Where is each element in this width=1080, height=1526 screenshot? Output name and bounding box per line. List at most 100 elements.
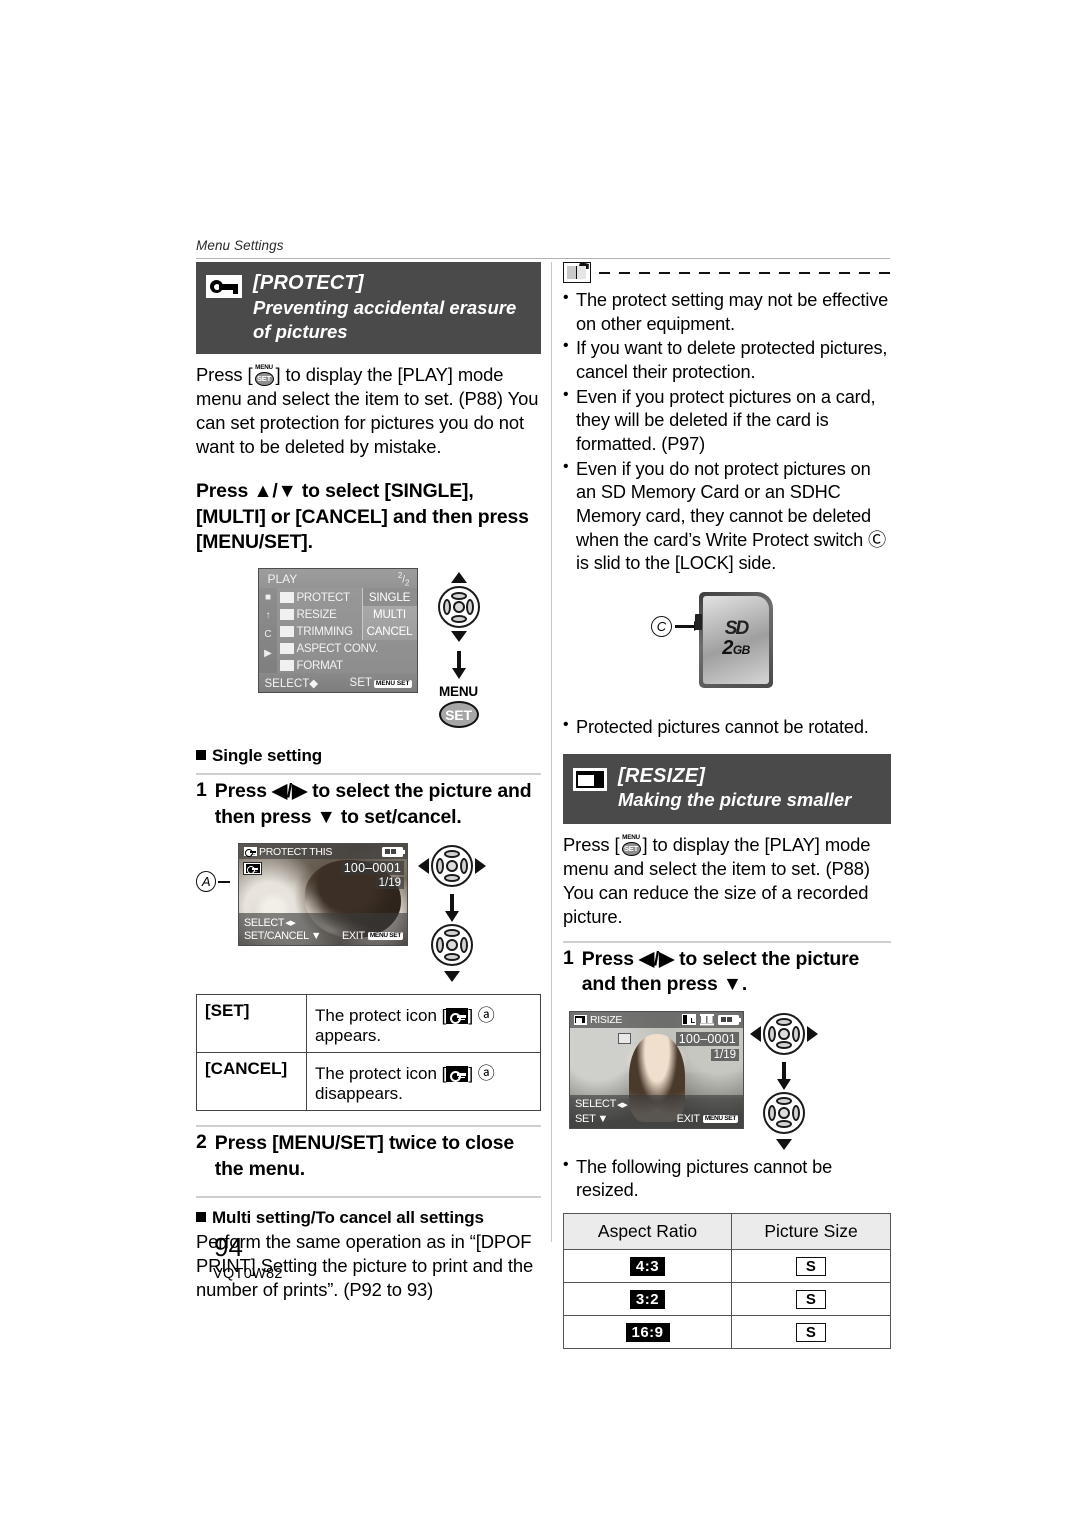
setup-tab-icon[interactable]: ↑ bbox=[262, 610, 275, 621]
set-button[interactable]: SET bbox=[438, 701, 479, 729]
protect-key-icon bbox=[244, 847, 257, 857]
resize-thumb-icon bbox=[618, 1032, 631, 1044]
flow-arrow-down-icon-2 bbox=[450, 894, 454, 913]
cursor-control-group-2 bbox=[418, 843, 486, 983]
resize-screen-footer: SELECT ◂▸ SET ▼ EXIT MENU SET bbox=[570, 1094, 743, 1128]
value-multi[interactable]: MULTI bbox=[363, 606, 417, 623]
size-cell: S bbox=[731, 1281, 891, 1316]
cursor-hub[interactable] bbox=[452, 601, 465, 614]
square-bullet-icon bbox=[196, 750, 206, 761]
down-arrow-small-icon-2: ▼ bbox=[597, 1112, 609, 1125]
resize-section-banner: [RESIZE] Making the picture smaller bbox=[563, 753, 891, 825]
play-menu-tab-rail[interactable]: ■ ↑ C ▶ bbox=[258, 588, 277, 674]
aspect-cell: 3:2 bbox=[562, 1281, 733, 1316]
resize-step-1: 1 Press ◀/▶ to select the picture and th… bbox=[563, 947, 891, 998]
aspect-ratio-chip: 3:2 bbox=[629, 1289, 666, 1309]
cursor-pad-up[interactable] bbox=[450, 591, 467, 600]
resize-footer-exit-row: EXIT MENU SET bbox=[676, 1112, 738, 1125]
cursor-button-leftright[interactable] bbox=[431, 845, 473, 888]
menu-item-format[interactable]: FORMAT bbox=[277, 657, 417, 674]
aspect-ratio-table: Aspect Ratio Picture Size 4:3 S 3:2 S 16… bbox=[562, 1212, 891, 1349]
cursor-pad-left[interactable] bbox=[442, 599, 451, 616]
step-1: 1 Press ◀/▶ to select the picture and th… bbox=[196, 779, 541, 830]
cursor-pad-down[interactable] bbox=[450, 615, 467, 624]
down-arrow-icon-2 bbox=[444, 971, 460, 983]
note-book-pen-icon bbox=[563, 262, 591, 283]
resize-screen-title: RISIZE bbox=[590, 1013, 623, 1026]
square-bullet-icon-2 bbox=[196, 1212, 206, 1223]
cannot-resize-note-list: The following pictures cannot be resized… bbox=[563, 1155, 891, 1203]
resize-step-1-text: Press ◀/▶ to select the picture and then… bbox=[581, 947, 860, 996]
col-header-aspect-ratio: Aspect Ratio bbox=[562, 1212, 733, 1250]
protect-subtitle-line1: Preventing accidental erasure bbox=[253, 296, 517, 318]
play-tab-icon[interactable]: ▶ bbox=[262, 648, 275, 659]
protect-picture-figure: A PROTECT THIS 100–0001 1/19 SELECT ◂▸ SE… bbox=[196, 843, 541, 983]
value-cancel[interactable]: CANCEL bbox=[363, 623, 417, 640]
down-arrow-icon bbox=[450, 631, 467, 643]
list-item: Even if you do not protect pictures on a… bbox=[563, 457, 891, 576]
play-menu-footer-select: SELECT◆ bbox=[264, 677, 319, 690]
picture-size-chip: S bbox=[795, 1322, 827, 1342]
column-divider bbox=[551, 262, 552, 1242]
cursor-button-leftright-2[interactable] bbox=[763, 1012, 805, 1055]
key-icon bbox=[206, 275, 242, 298]
multi-setting-rule bbox=[196, 1196, 541, 1199]
protect-item-icon bbox=[279, 591, 294, 603]
sd-memory-card: SD 2GB bbox=[695, 591, 773, 688]
list-item: Protected pictures cannot be rotated. bbox=[563, 715, 891, 740]
menu-set-inline-icon-2: MENU SET bbox=[620, 834, 643, 856]
cancel-row-key: [CANCEL] bbox=[196, 1052, 307, 1112]
cursor-pad-right[interactable] bbox=[466, 599, 475, 616]
footer-exit-row: EXIT MENU SET bbox=[342, 930, 403, 943]
cursor-button-down-2[interactable] bbox=[763, 1091, 805, 1134]
size-cell: S bbox=[731, 1314, 891, 1349]
sd-callout: C bbox=[651, 615, 695, 637]
set-cancel-table: [SET] The protect icon [] ⓐ appears. [CA… bbox=[196, 994, 541, 1112]
trimming-item-icon bbox=[279, 625, 294, 637]
cursor-button-down[interactable] bbox=[431, 924, 473, 967]
flow-arrow-down-icon-3 bbox=[782, 1061, 786, 1080]
aspect-cell: 16:9 bbox=[562, 1314, 733, 1349]
menu-set-button-graphic[interactable]: MENU SET bbox=[438, 684, 479, 729]
footer-setcancel-row: SET/CANCEL ▼ bbox=[244, 930, 322, 943]
manual-page: Menu Settings [PROTECT] Preventing accid… bbox=[0, 0, 1080, 1526]
table-row: 4:3 S bbox=[562, 1248, 891, 1283]
running-head-rule bbox=[196, 258, 890, 259]
single-setting-rule bbox=[196, 773, 541, 776]
protect-status-icon bbox=[243, 862, 262, 876]
menu-set-inline-icon: MENU SET bbox=[253, 365, 276, 386]
list-item: Even if you protect pictures on a card, … bbox=[563, 385, 891, 457]
format-item-icon bbox=[279, 660, 294, 672]
table-row: [SET] The protect icon [] ⓐ appears. bbox=[196, 994, 541, 1054]
resize-intro-paragraph: Press [MENU SET] to display the [PLAY] mo… bbox=[563, 833, 891, 929]
right-arrow-icon bbox=[475, 858, 486, 875]
protect-intro-prefix: Press [ bbox=[196, 364, 253, 386]
dashed-rule bbox=[599, 271, 891, 274]
callout-letter-a: A bbox=[196, 871, 217, 893]
resize-footer-set-row: SET ▼ bbox=[575, 1112, 609, 1125]
resize-file-number: 100–0001 bbox=[675, 1031, 739, 1046]
cursor-button-updown[interactable] bbox=[437, 586, 480, 629]
scene-tab-icon[interactable]: C bbox=[262, 629, 275, 640]
aspect-conv-item-icon bbox=[279, 643, 294, 655]
rec-tab-icon[interactable]: ■ bbox=[262, 592, 275, 603]
protect-section-banner: [PROTECT] Preventing accidental erasure … bbox=[196, 262, 541, 355]
table-header-row: Aspect Ratio Picture Size bbox=[562, 1212, 891, 1250]
resize-picture-counter: 1/19 bbox=[710, 1048, 739, 1061]
resize-subtitle: Making the picture smaller bbox=[618, 789, 852, 811]
protect-intro-paragraph: Press [MENU SET] to display the [PLAY] mo… bbox=[196, 363, 541, 459]
protect-picture-screen: PROTECT THIS 100–0001 1/19 SELECT ◂▸ SET/… bbox=[238, 843, 408, 947]
exit-set-badge: MENU SET bbox=[367, 932, 403, 941]
page-number: 94 bbox=[214, 1232, 243, 1262]
resize-icon bbox=[573, 767, 607, 791]
protect-icon-chip bbox=[446, 1008, 469, 1025]
menu-item-aspect-conv[interactable]: ASPECT CONV. bbox=[277, 640, 417, 657]
sd-card-face: SD 2GB bbox=[703, 595, 769, 684]
protect-screen-footer: SELECT ◂▸ SET/CANCEL ▼ EXIT MENU SET bbox=[239, 913, 407, 946]
aspect-ratio-chip: 4:3 bbox=[629, 1256, 666, 1276]
up-arrow-icon bbox=[450, 572, 467, 584]
battery-icon-2 bbox=[718, 1014, 742, 1025]
left-column: [PROTECT] Preventing accidental erasure … bbox=[196, 262, 541, 1302]
menu-label: MENU bbox=[439, 684, 478, 700]
value-single[interactable]: SINGLE bbox=[362, 588, 417, 606]
